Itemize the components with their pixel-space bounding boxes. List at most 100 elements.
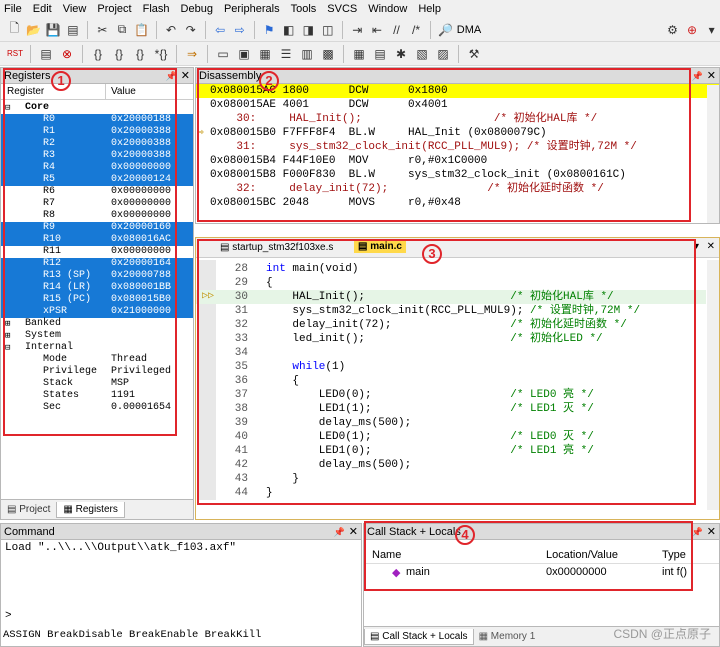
register-row[interactable]: R12 0x20000164 bbox=[1, 258, 193, 270]
new-file-icon[interactable]: 🗋 bbox=[6, 21, 23, 39]
internal-row[interactable]: Stack MSP bbox=[1, 378, 193, 390]
run-to-cursor-icon[interactable]: *{} bbox=[152, 45, 170, 63]
pin-icon[interactable]: 📌 bbox=[166, 68, 177, 84]
uncomment-icon[interactable]: /* bbox=[408, 21, 425, 39]
close-icon[interactable]: ✕ bbox=[707, 241, 715, 252]
tab-main-c[interactable]: ▤ main.c bbox=[354, 240, 406, 253]
menu-item-window[interactable]: Window bbox=[368, 3, 407, 15]
register-row[interactable]: R11 0x00000000 bbox=[1, 246, 193, 258]
run-icon[interactable]: ▤ bbox=[37, 45, 55, 63]
register-value[interactable]: 0x20000388 bbox=[111, 138, 171, 150]
menu-item-flash[interactable]: Flash bbox=[143, 3, 170, 15]
register-value[interactable]: 0x20000788 bbox=[111, 270, 171, 282]
collapse-icon[interactable]: ⊟ bbox=[5, 102, 10, 114]
code-line[interactable]: 32 delay_init(72); /* 初始化延时函数 */ bbox=[196, 318, 706, 332]
pin-icon[interactable]: 📌 bbox=[692, 68, 703, 84]
internal-group[interactable]: ⊟ Internal bbox=[1, 342, 193, 354]
register-row[interactable]: R6 0x00000000 bbox=[1, 186, 193, 198]
register-value[interactable]: 0x00000000 bbox=[111, 198, 171, 210]
disassembly-line[interactable]: 30: HAL_Init(); /* 初始化HAL库 */ bbox=[196, 112, 719, 126]
nav-forward-icon[interactable]: ⇨ bbox=[231, 21, 248, 39]
disassembly-window-icon[interactable]: ▣ bbox=[235, 45, 253, 63]
code-line[interactable]: 44} bbox=[196, 486, 706, 500]
disassembly-line[interactable]: 0x080015B8 F000F830 BL.W sys_stm32_clock… bbox=[196, 168, 719, 182]
register-value[interactable]: 0x20000164 bbox=[111, 258, 171, 270]
command-window-icon[interactable]: ▭ bbox=[214, 45, 232, 63]
system-viewer-icon[interactable]: ▨ bbox=[434, 45, 452, 63]
internal-row[interactable]: Privilege Privileged bbox=[1, 366, 193, 378]
code-editor[interactable]: 28 int main(void) 29{▷▷ 30 HAL_Init(); /* 初… bbox=[196, 262, 706, 500]
find-in-files-icon[interactable]: 🔎 bbox=[437, 21, 454, 39]
code-line[interactable]: 38 LED1(1); /* LED1 灭 */ bbox=[196, 402, 706, 416]
register-value[interactable]: 0x20000160 bbox=[111, 222, 171, 234]
close-icon[interactable]: ✕ bbox=[707, 68, 716, 84]
code-line[interactable]: ▷▷ 30 HAL_Init(); /* 初始化HAL库 */ bbox=[196, 290, 706, 304]
dma-label[interactable]: DMA bbox=[457, 24, 481, 36]
disassembly-line[interactable]: ⇨ 0x080015B0 F7FFF8F4 BL.W HAL_Init (0x08… bbox=[196, 126, 719, 140]
unindent-icon[interactable]: ⇤ bbox=[369, 21, 386, 39]
register-value[interactable]: 0x20000124 bbox=[111, 174, 171, 186]
close-icon[interactable]: ✕ bbox=[181, 68, 190, 84]
register-row[interactable]: R14 (LR) 0x080001BB bbox=[1, 282, 193, 294]
code-line[interactable]: 41 LED1(0); /* LED1 亮 */ bbox=[196, 444, 706, 458]
editor-scrollbar[interactable] bbox=[707, 260, 719, 510]
trace-window-icon[interactable]: ▧ bbox=[413, 45, 431, 63]
command-prompt[interactable]: > bbox=[5, 610, 12, 622]
core-group[interactable]: ⊟ Core bbox=[1, 102, 193, 114]
code-line[interactable]: 35 while(1) bbox=[196, 360, 706, 374]
bookmark-clear-icon[interactable]: ◫ bbox=[320, 21, 337, 39]
tab-dropdown-icon[interactable]: ▾ bbox=[694, 241, 699, 252]
menu-item-view[interactable]: View bbox=[63, 3, 87, 15]
register-row[interactable]: R8 0x00000000 bbox=[1, 210, 193, 222]
watch-window-icon[interactable]: ▩ bbox=[319, 45, 337, 63]
register-row[interactable]: R10 0x080016AC bbox=[1, 234, 193, 246]
registers-window-icon[interactable]: ☰ bbox=[277, 45, 295, 63]
step-over-icon[interactable]: {} bbox=[110, 45, 128, 63]
disassembly-line[interactable]: 31: sys_stm32_clock_init(RCC_PLL_MUL9); … bbox=[196, 140, 719, 154]
register-row[interactable]: R15 (PC) 0x080015B0 bbox=[1, 294, 193, 306]
cut-icon[interactable]: ✂ bbox=[94, 21, 111, 39]
menu-item-peripherals[interactable]: Peripherals bbox=[224, 3, 280, 15]
bookmark-icon[interactable]: ⚑ bbox=[261, 21, 278, 39]
reset-icon[interactable]: RST bbox=[6, 45, 24, 63]
register-row[interactable]: R4 0x00000000 bbox=[1, 162, 193, 174]
code-line[interactable]: 37 LED0(0); /* LED0 亮 */ bbox=[196, 388, 706, 402]
show-next-statement-icon[interactable]: ⇒ bbox=[183, 45, 201, 63]
register-value[interactable]: 0x21000000 bbox=[111, 306, 171, 318]
register-value[interactable]: 0x00000000 bbox=[111, 210, 171, 222]
expand-icon[interactable]: ⊞ bbox=[5, 318, 10, 330]
register-value[interactable]: 0x00000000 bbox=[111, 186, 171, 198]
register-value[interactable]: 0x080016AC bbox=[111, 234, 171, 246]
bookmark-next-icon[interactable]: ◨ bbox=[300, 21, 317, 39]
nav-back-icon[interactable]: ⇦ bbox=[212, 21, 229, 39]
menu-item-debug[interactable]: Debug bbox=[181, 3, 213, 15]
internal-row[interactable]: Mode Thread bbox=[1, 354, 193, 366]
analysis-window-icon[interactable]: ✱ bbox=[392, 45, 410, 63]
bookmark-prev-icon[interactable]: ◧ bbox=[280, 21, 297, 39]
collapse-icon[interactable]: ⊟ bbox=[5, 342, 10, 354]
save-all-icon[interactable]: ▤ bbox=[65, 21, 82, 39]
pin-icon[interactable]: 📌 bbox=[692, 524, 703, 540]
code-line[interactable]: 42 delay_ms(500); bbox=[196, 458, 706, 472]
save-icon[interactable]: 💾 bbox=[45, 21, 62, 39]
redo-icon[interactable]: ↷ bbox=[182, 21, 199, 39]
register-value[interactable]: 0x20000388 bbox=[111, 126, 171, 138]
code-line[interactable]: 31 sys_stm32_clock_init(RCC_PLL_MUL9); /… bbox=[196, 304, 706, 318]
register-row[interactable]: xPSR 0x21000000 bbox=[1, 306, 193, 318]
step-out-icon[interactable]: {} bbox=[131, 45, 149, 63]
code-line[interactable]: 36 { bbox=[196, 374, 706, 388]
register-row[interactable]: R0 0x20000188 bbox=[1, 114, 193, 126]
disassembly-line[interactable]: 0x080015BC 2048 MOVS r0,#0x48 bbox=[196, 196, 719, 210]
register-value[interactable]: 0x080001BB bbox=[111, 282, 171, 294]
register-value[interactable]: 0x20000388 bbox=[111, 150, 171, 162]
code-line[interactable]: 29 { bbox=[196, 276, 706, 290]
step-into-icon[interactable]: {} bbox=[89, 45, 107, 63]
close-icon[interactable]: ✕ bbox=[349, 524, 358, 540]
internal-row[interactable]: Sec 0.00001654 bbox=[1, 402, 193, 414]
stop-icon[interactable]: ⊗ bbox=[58, 45, 76, 63]
column-register[interactable]: Register bbox=[7, 84, 44, 100]
tab-project[interactable]: ▤ Project bbox=[1, 502, 56, 517]
undo-icon[interactable]: ↶ bbox=[163, 21, 180, 39]
disassembly-list[interactable]: 0x080015AC 1800 DCW 0x1800 0x080015AE 400… bbox=[196, 84, 719, 210]
column-location[interactable]: Location/Value bbox=[546, 549, 618, 561]
